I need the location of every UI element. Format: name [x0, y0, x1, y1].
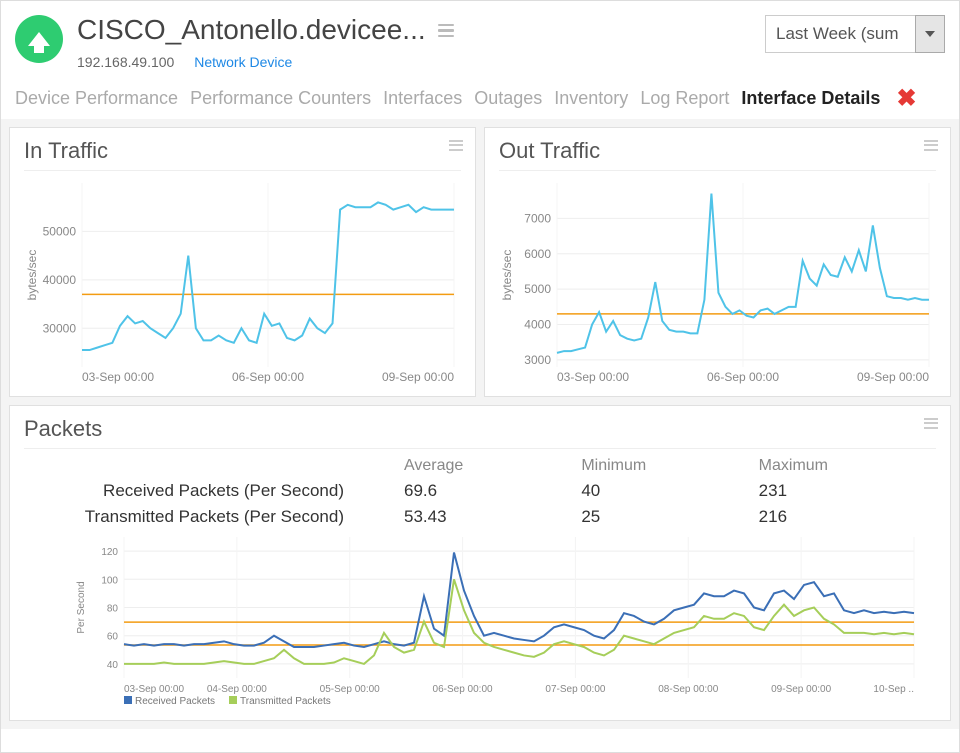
- svg-text:Transmitted Packets: Transmitted Packets: [240, 696, 331, 707]
- chart-packets: 40 60 80 100 120 03-Sep 00:00 04-Sep 00:00 05-S…: [24, 533, 924, 708]
- panel-out-traffic: Out Traffic 3000 4000 5000 6000 7000 03-Sep 0…: [484, 127, 951, 397]
- device-type-link[interactable]: Network Device: [194, 54, 292, 70]
- time-range-select[interactable]: [765, 15, 915, 53]
- panel-title-in: In Traffic: [24, 138, 461, 164]
- time-range-dropdown-icon[interactable]: [915, 15, 945, 53]
- tab-inventory[interactable]: Inventory: [554, 88, 628, 109]
- panel-menu-icon[interactable]: [924, 140, 938, 151]
- svg-text:03-Sep 00:00: 03-Sep 00:00: [124, 684, 184, 695]
- svg-text:60: 60: [107, 631, 119, 642]
- panel-title-out: Out Traffic: [499, 138, 936, 164]
- svg-text:06-Sep 00:00: 06-Sep 00:00: [433, 684, 493, 695]
- svg-text:80: 80: [107, 603, 119, 614]
- svg-text:40: 40: [107, 660, 119, 671]
- svg-text:05-Sep 00:00: 05-Sep 00:00: [320, 684, 380, 695]
- panel-title-packets: Packets: [24, 416, 936, 442]
- tab-outages[interactable]: Outages: [474, 88, 542, 109]
- panel-menu-icon[interactable]: [924, 418, 938, 429]
- svg-text:6000: 6000: [524, 247, 551, 261]
- svg-text:10-Sep ..: 10-Sep ..: [873, 684, 914, 695]
- status-up-icon: [15, 15, 63, 63]
- col-average: Average: [404, 457, 581, 475]
- svg-text:04-Sep 00:00: 04-Sep 00:00: [207, 684, 267, 695]
- title-menu-icon[interactable]: [438, 24, 454, 38]
- col-maximum: Maximum: [759, 457, 936, 475]
- tab-log-report[interactable]: Log Report: [640, 88, 729, 109]
- tab-device-performance[interactable]: Device Performance: [15, 88, 178, 109]
- svg-text:06-Sep 00:00: 06-Sep 00:00: [232, 370, 304, 384]
- panel-packets: Packets Average Minimum Maximum Received…: [9, 405, 951, 721]
- svg-text:bytes/sec: bytes/sec: [500, 249, 514, 300]
- svg-text:40000: 40000: [43, 273, 77, 287]
- svg-text:Received Packets: Received Packets: [135, 696, 215, 707]
- col-minimum: Minimum: [581, 457, 758, 475]
- tab-interface-details[interactable]: Interface Details: [741, 88, 880, 109]
- svg-text:06-Sep 00:00: 06-Sep 00:00: [707, 370, 779, 384]
- svg-text:09-Sep 00:00: 09-Sep 00:00: [771, 684, 831, 695]
- svg-text:09-Sep 00:00: 09-Sep 00:00: [857, 370, 929, 384]
- panel-menu-icon[interactable]: [449, 140, 463, 151]
- svg-text:50000: 50000: [43, 224, 77, 238]
- svg-text:08-Sep 00:00: 08-Sep 00:00: [658, 684, 718, 695]
- svg-text:3000: 3000: [524, 353, 551, 367]
- chart-out-traffic: 3000 4000 5000 6000 7000 03-Sep 00:00 06-Sep 0…: [499, 179, 939, 389]
- svg-text:07-Sep 00:00: 07-Sep 00:00: [545, 684, 605, 695]
- svg-text:03-Sep 00:00: 03-Sep 00:00: [82, 370, 154, 384]
- svg-text:5000: 5000: [524, 282, 551, 296]
- tab-bar: Device Performance Performance Counters …: [1, 70, 959, 119]
- svg-text:09-Sep 00:00: 09-Sep 00:00: [382, 370, 454, 384]
- device-ip: 192.168.49.100: [77, 54, 174, 70]
- svg-text:03-Sep 00:00: 03-Sep 00:00: [557, 370, 629, 384]
- panel-in-traffic: In Traffic 30000 40000 50000 03-Sep 00:00 06…: [9, 127, 476, 397]
- svg-text:4000: 4000: [524, 317, 551, 331]
- svg-text:100: 100: [101, 575, 118, 586]
- chart-in-traffic: 30000 40000 50000 03-Sep 00:00 06-Sep 00:00 0…: [24, 179, 464, 389]
- device-title: CISCO_Antonello.devicee...: [77, 15, 426, 46]
- svg-text:Per Second: Per Second: [76, 581, 87, 633]
- svg-text:30000: 30000: [43, 321, 77, 335]
- tab-performance-counters[interactable]: Performance Counters: [190, 88, 371, 109]
- row-transmitted: Transmitted Packets (Per Second) 53.43 2…: [24, 507, 936, 527]
- close-icon[interactable]: ✖: [896, 84, 916, 113]
- svg-text:120: 120: [101, 547, 118, 558]
- tab-interfaces[interactable]: Interfaces: [383, 88, 462, 109]
- row-received: Received Packets (Per Second) 69.6 40 23…: [24, 481, 936, 501]
- svg-text:7000: 7000: [524, 211, 551, 225]
- svg-text:bytes/sec: bytes/sec: [25, 249, 39, 300]
